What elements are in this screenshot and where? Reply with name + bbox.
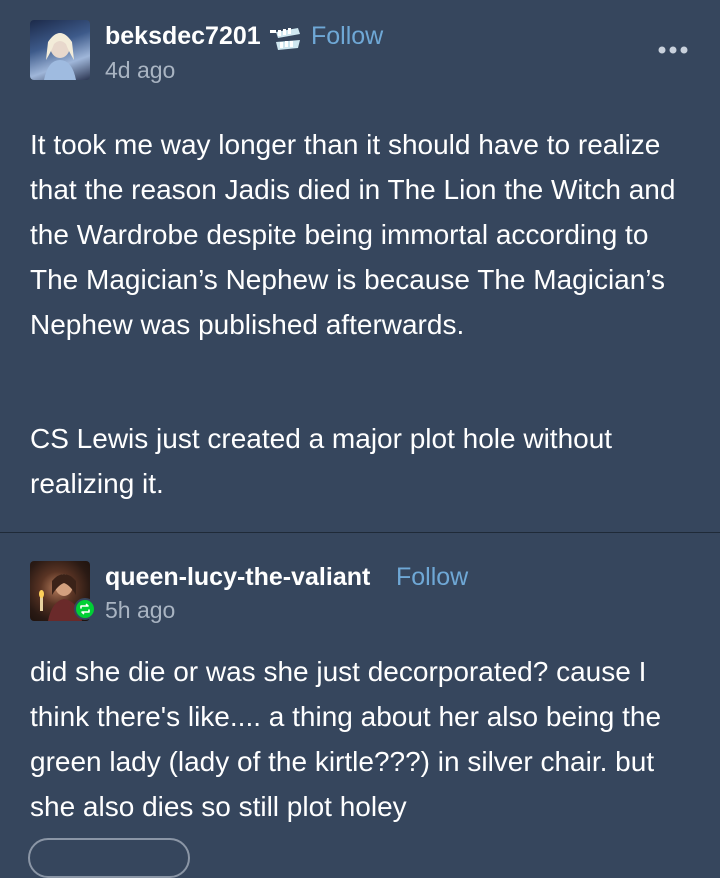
post-timestamp[interactable]: 4d ago [105,57,175,84]
post-reply-text: did she die or was she just decorporated… [30,656,662,822]
reblog-icon [74,598,96,620]
post-paragraph: It took me way longer than it should hav… [30,129,676,340]
more-dots-icon[interactable] [656,38,690,62]
post-timestamp[interactable]: 5h ago [105,597,175,624]
post-reply: queen-lucy-the-valiant Follow 5h ago did… [0,533,720,854]
post-username[interactable]: queen-lucy-the-valiant [105,563,370,592]
post-paragraph: CS Lewis just created a major plot hole … [30,423,613,499]
follow-button[interactable]: Follow [311,22,383,51]
badge-teeth-icon [270,28,300,50]
post-username[interactable]: beksdec7201 [105,22,261,51]
avatar-elsa-icon[interactable] [30,20,90,80]
follow-button[interactable]: Follow [396,563,468,592]
bottom-pill-button[interactable] [28,838,190,878]
post-original: beksdec7201 Follow 4d ago It took me way… [0,0,720,532]
